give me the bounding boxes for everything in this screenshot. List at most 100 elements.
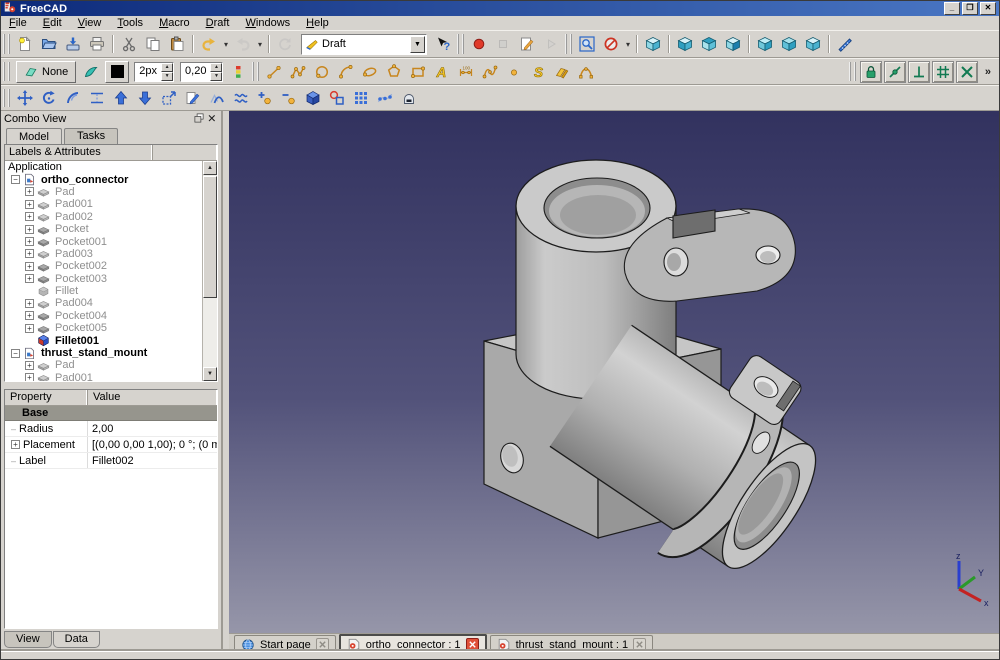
new-document-button[interactable]	[13, 32, 37, 56]
draft-trimex-button[interactable]	[85, 86, 109, 110]
property-value[interactable]: [(0,00 0,00 1,00); 0 °; (0 mm 0 ...	[88, 437, 217, 452]
menu-tools[interactable]: Tools	[109, 16, 151, 30]
macro-execute-button[interactable]	[539, 32, 563, 56]
text-scale-spinbox-down-icon[interactable]: ▼	[210, 72, 222, 81]
title-bar[interactable]: FreeCAD _❐✕	[1, 1, 999, 16]
draft-bspline-button[interactable]	[478, 60, 502, 84]
toolbar-grip[interactable]	[457, 34, 464, 54]
tree-item-pocket001[interactable]: +Pocket001	[6, 235, 201, 247]
tree-item-pad004[interactable]: +Pad004	[6, 297, 201, 309]
draft-path-array-button[interactable]	[373, 86, 397, 110]
combo-view-titlebar[interactable]: Combo View	[1, 111, 221, 127]
menu-view[interactable]: View	[70, 16, 110, 30]
property-row-label[interactable]: –LabelFillet002	[5, 453, 217, 469]
tree-item-pocket004[interactable]: +Pocket004	[6, 310, 201, 322]
draft-split-button[interactable]	[229, 86, 253, 110]
3d-viewport[interactable]: z Y x	[229, 111, 999, 633]
measure-distance-button[interactable]	[833, 32, 857, 56]
tree-expander[interactable]: +	[25, 262, 34, 271]
tree-item-fillet001[interactable]: Fillet001	[6, 334, 201, 346]
property-value[interactable]: Fillet002	[88, 453, 217, 468]
tree-expander[interactable]: +	[25, 274, 34, 283]
save-button[interactable]	[61, 32, 85, 56]
view-top-button[interactable]	[697, 32, 721, 56]
tree-expander[interactable]: −	[11, 349, 20, 358]
construction-mode-button[interactable]	[79, 60, 103, 84]
tree-expander[interactable]: +	[25, 225, 34, 234]
tree-item-ortho_connector[interactable]: −ortho_connector	[6, 173, 201, 185]
property-expander[interactable]: +	[11, 440, 20, 449]
text-scale-spinbox[interactable]: 0,20▲▼	[180, 62, 223, 82]
redo-button[interactable]	[231, 32, 255, 56]
tree-expander[interactable]: +	[25, 200, 34, 209]
panel-float-icon[interactable]	[193, 112, 205, 127]
tree-item-pad003[interactable]: +Pad003	[6, 248, 201, 260]
undo-button[interactable]	[197, 32, 221, 56]
draft-point-button[interactable]	[502, 60, 526, 84]
snap-midpoint-button[interactable]	[884, 61, 906, 83]
draft-bezier-button[interactable]	[574, 60, 598, 84]
draft-edit-button[interactable]	[181, 86, 205, 110]
tree-header[interactable]: Labels & Attributes	[5, 145, 217, 161]
tree-expander[interactable]: +	[25, 237, 34, 246]
draw-style-button-dropdown[interactable]: ▾	[623, 40, 633, 49]
close-tab-icon[interactable]	[316, 638, 329, 651]
panel-close-icon[interactable]	[206, 112, 218, 127]
tab-tasks[interactable]: Tasks	[64, 128, 118, 144]
tree-expander[interactable]: +	[25, 212, 34, 221]
tree-expander[interactable]: +	[25, 311, 34, 320]
tree-item-application[interactable]: Application	[6, 161, 201, 173]
draft-facebinder-button[interactable]	[550, 60, 574, 84]
scroll-up-icon[interactable]: ▲	[203, 161, 217, 175]
draft-dimension-button[interactable]: 100	[454, 60, 478, 84]
line-width-spinbox-down-icon[interactable]: ▼	[161, 72, 173, 81]
macro-edit-button[interactable]	[515, 32, 539, 56]
toolbar-grip[interactable]	[252, 62, 259, 82]
whats-this-button[interactable]: ?	[431, 32, 455, 56]
tree-scrollbar[interactable]: ▲ ▼	[202, 161, 217, 381]
tree-item-pocket002[interactable]: +Pocket002	[6, 260, 201, 272]
draft-downgrade-button[interactable]	[133, 86, 157, 110]
snap-near-button[interactable]	[956, 61, 978, 83]
macro-stop-button[interactable]	[491, 32, 515, 56]
draft-add-point-button[interactable]	[253, 86, 277, 110]
draft-array-button[interactable]	[349, 86, 373, 110]
autogroup-button[interactable]	[226, 60, 250, 84]
draft-shape2dview-button[interactable]	[301, 86, 325, 110]
draft-shapestring-button[interactable]: S	[526, 60, 550, 84]
property-value[interactable]: 2,00	[88, 421, 217, 436]
open-document-button[interactable]	[37, 32, 61, 56]
draft-line-button[interactable]	[262, 60, 286, 84]
text-scale-spinbox-up-icon[interactable]: ▲	[210, 63, 222, 72]
tree-expander[interactable]: +	[25, 299, 34, 308]
tree-item-pad[interactable]: +Pad	[6, 359, 201, 371]
menu-help[interactable]: Help	[298, 16, 337, 30]
redo-button-dropdown[interactable]: ▾	[255, 40, 265, 49]
print-button[interactable]	[85, 32, 109, 56]
working-plane-button[interactable]: None	[16, 61, 76, 83]
close-tab-icon[interactable]	[466, 638, 479, 651]
close-tab-icon[interactable]	[633, 638, 646, 651]
tab-data[interactable]: Data	[53, 631, 100, 648]
part-model[interactable]	[229, 111, 999, 633]
tree-item-pad001[interactable]: +Pad001	[6, 372, 201, 381]
toolbar-grip[interactable]	[3, 34, 10, 54]
tree-item-pocket[interactable]: +Pocket	[6, 223, 201, 235]
menu-macro[interactable]: Macro	[151, 16, 198, 30]
draft-text-button[interactable]: A	[430, 60, 454, 84]
fit-all-button[interactable]	[575, 32, 599, 56]
scroll-down-icon[interactable]: ▼	[203, 367, 217, 381]
snap-perpendicular-button[interactable]	[908, 61, 930, 83]
draft-clone-button[interactable]	[397, 86, 421, 110]
tab-view[interactable]: View	[4, 631, 52, 648]
view-rear-button[interactable]	[753, 32, 777, 56]
menu-draft[interactable]: Draft	[198, 16, 238, 30]
view-axonometric-button[interactable]	[641, 32, 665, 56]
tree-item-pocket005[interactable]: +Pocket005	[6, 322, 201, 334]
draft-offset-button[interactable]	[61, 86, 85, 110]
workbench-selector-arrow-icon[interactable]: ▼	[410, 36, 425, 53]
draft-remove-point-button[interactable]	[277, 86, 301, 110]
tree-expander[interactable]: −	[11, 175, 20, 184]
draft-rotate-button[interactable]	[37, 86, 61, 110]
tree-item-pad001[interactable]: +Pad001	[6, 198, 201, 210]
